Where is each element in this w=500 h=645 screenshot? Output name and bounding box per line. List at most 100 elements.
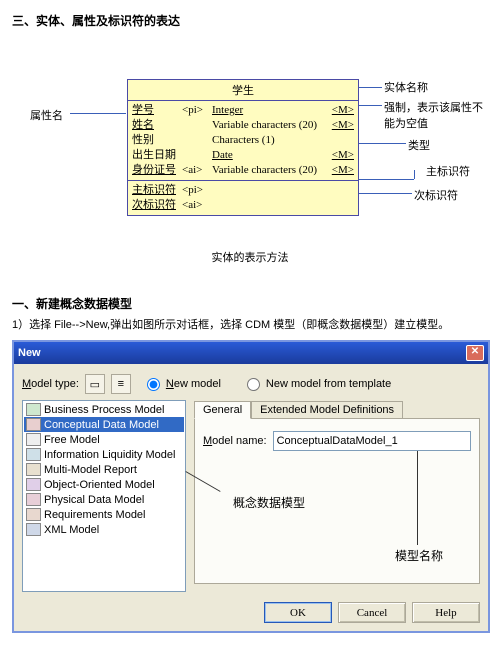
entity-identifiers: 主标识符 <pi> 次标识符 <ai> (128, 181, 358, 215)
model-icon (26, 523, 41, 536)
list-item[interactable]: Object-Oriented Model (24, 477, 184, 492)
arrow (358, 193, 412, 194)
arrow (70, 113, 126, 114)
attr-name: 学号 (132, 103, 182, 118)
modelname-label: Model name: (203, 435, 267, 447)
label-attr-name: 属性名 (30, 107, 63, 123)
annotation-modelname: 模型名称 (395, 547, 443, 564)
large-icons-button[interactable]: ▭ (85, 374, 105, 394)
list-item-label: Business Process Model (44, 404, 164, 416)
attr-type: Date (212, 148, 326, 163)
model-icon (26, 493, 41, 506)
label-type: 类型 (408, 137, 430, 153)
dialog-title: New (18, 347, 41, 359)
model-icon (26, 478, 41, 491)
list-item-label: Object-Oriented Model (44, 479, 155, 491)
arrow (417, 451, 418, 545)
entity-attributes: 学号 <pi> Integer <M> 姓名 Variable characte… (128, 101, 358, 181)
arrow (358, 87, 382, 88)
id-tag: <ai> (182, 198, 212, 213)
list-item-label: Free Model (44, 434, 100, 446)
id-name: 主标识符 (132, 183, 182, 198)
attr-m: <M> (326, 163, 354, 178)
right-pane: General Extended Model Definitions Model… (194, 400, 480, 592)
attr-row: 学号 <pi> Integer <M> (132, 103, 354, 118)
attr-name: 身份证号 (132, 163, 182, 178)
attr-type: Variable characters (20) (212, 163, 326, 178)
list-item[interactable]: XML Model (24, 522, 184, 537)
list-item[interactable]: Multi-Model Report (24, 462, 184, 477)
ok-button[interactable]: OK (264, 602, 332, 623)
entity-box: 学生 学号 <pi> Integer <M> 姓名 Variable chara… (127, 79, 359, 216)
attr-name: 性别 (132, 133, 182, 148)
label-entity-name: 实体名称 (384, 79, 428, 95)
modeltype-label: Model type: (22, 378, 79, 390)
id-row: 次标识符 <ai> (132, 198, 354, 213)
tab-body: Model name: 概念数据模型 模型名称 (194, 418, 480, 584)
attr-tag: <ai> (182, 163, 212, 178)
list-item[interactable]: Information Liquidity Model (24, 447, 184, 462)
attr-row: 姓名 Variable characters (20) <M> (132, 118, 354, 133)
close-icon[interactable]: ✕ (466, 345, 484, 361)
attr-m: <M> (326, 103, 354, 118)
list-item-label: Physical Data Model (44, 494, 144, 506)
tab-general[interactable]: General (194, 401, 251, 419)
list-button[interactable]: ≡ (111, 374, 131, 394)
section-three-title: 三、实体、属性及标识符的表达 (12, 12, 488, 29)
radio-new-label: New model (166, 378, 221, 390)
diagram-caption: 实体的表示方法 (12, 249, 488, 265)
new-dialog: New ✕ Model type: ▭ ≡ New model New mode… (12, 340, 490, 633)
tab-extended[interactable]: Extended Model Definitions (251, 401, 403, 419)
attr-type: Integer (212, 103, 326, 118)
step-1-text: 1）选择 File-->New,弹出如图所示对话框，选择 CDM 模型（即概念数… (12, 316, 488, 332)
list-item[interactable]: Free Model (24, 432, 184, 447)
list-item[interactable]: Business Process Model (24, 402, 184, 417)
list-item[interactable]: Requirements Model (24, 507, 184, 522)
arrow (358, 143, 406, 144)
radio-template-label: New model from template (266, 378, 391, 390)
attr-m: <M> (326, 148, 354, 163)
label-pi: 主标识符 (426, 163, 470, 179)
model-icon (26, 463, 41, 476)
section-one-title: 一、新建概念数据模型 (12, 295, 488, 312)
model-icon (26, 403, 41, 416)
annotation-cdm: 概念数据模型 (233, 494, 305, 511)
attr-row: 性别 Characters (1) (132, 133, 354, 148)
model-type-list[interactable]: Business Process Model Conceptual Data M… (22, 400, 186, 592)
id-name: 次标识符 (132, 198, 182, 213)
radio-new-model[interactable] (147, 378, 160, 391)
arrow (414, 170, 415, 179)
titlebar: New ✕ (14, 342, 488, 364)
attr-row: 出生日期 Date <M> (132, 148, 354, 163)
list-item-label: Requirements Model (44, 509, 146, 521)
id-tag: <pi> (182, 183, 212, 198)
help-button[interactable]: Help (412, 602, 480, 623)
entity-title: 学生 (128, 80, 358, 101)
label-ai: 次标识符 (414, 187, 458, 203)
attr-type: Variable characters (20) (212, 118, 326, 133)
arrow (358, 105, 382, 106)
list-item[interactable]: Conceptual Data Model (24, 417, 184, 432)
list-item-label: Conceptual Data Model (44, 419, 159, 431)
attr-tag: <pi> (182, 103, 212, 118)
list-item-label: XML Model (44, 524, 99, 536)
model-icon (26, 448, 41, 461)
cancel-button[interactable]: Cancel (338, 602, 406, 623)
list-item-label: Information Liquidity Model (44, 449, 175, 461)
model-icon (26, 418, 41, 431)
attr-name: 姓名 (132, 118, 182, 133)
entity-diagram: 属性名 实体名称 强制，表示该属性不能为空值 类型 主标识符 次标识符 学生 学… (12, 59, 488, 239)
list-item-label: Multi-Model Report (44, 464, 137, 476)
list-item[interactable]: Physical Data Model (24, 492, 184, 507)
id-row: 主标识符 <pi> (132, 183, 354, 198)
attr-name: 出生日期 (132, 148, 182, 163)
model-icon (26, 433, 41, 446)
arrow (185, 471, 220, 492)
label-mandatory: 强制，表示该属性不能为空值 (384, 99, 488, 131)
model-icon (26, 508, 41, 521)
radio-template[interactable] (247, 378, 260, 391)
attr-type: Characters (1) (212, 133, 326, 148)
attr-m: <M> (326, 118, 354, 133)
arrow (358, 179, 414, 180)
modelname-input[interactable] (273, 431, 471, 451)
